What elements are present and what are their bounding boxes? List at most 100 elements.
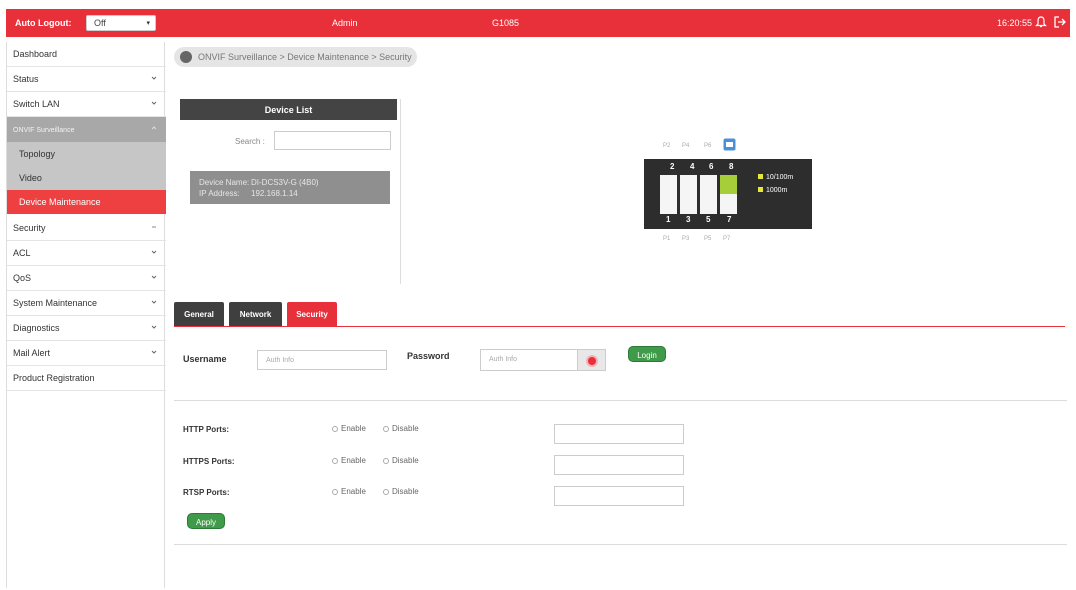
user-name: Admin [332, 18, 358, 28]
port-number: 6 [709, 162, 714, 171]
sidebar-item-status[interactable]: Status [7, 67, 166, 92]
sidebar-item-label: QoS [13, 273, 32, 283]
port-number: 4 [690, 162, 695, 171]
port-number: 8 [729, 162, 734, 171]
switch-port[interactable] [660, 175, 677, 195]
divider [174, 400, 1067, 401]
auto-logout-select[interactable]: Off ▾ [86, 15, 156, 31]
sidebar-item-device-maintenance[interactable]: Device Maintenance [7, 190, 166, 214]
sidebar-item-dashboard[interactable]: Dashboard [7, 42, 166, 67]
port-mark: P3 [682, 236, 690, 242]
sidebar-item-acl[interactable]: ACL [7, 241, 166, 266]
device-card[interactable]: Device Name: DI-DCS3V-G (4B0) IP Address:… [190, 171, 390, 204]
switch-port[interactable] [700, 175, 717, 195]
collapse-icon [152, 226, 156, 228]
port-mark: P1 [663, 236, 671, 242]
switch-port[interactable] [680, 175, 697, 195]
tab-general[interactable]: General [174, 302, 224, 326]
breadcrumb: ONVIF Surveillance > Device Maintenance … [174, 47, 417, 67]
https-disable-radio[interactable]: Disable [383, 456, 419, 465]
rtsp-disable-radio[interactable]: Disable [383, 487, 419, 496]
sidebar-item-label: Video [19, 173, 42, 183]
tab-security[interactable]: Security [287, 302, 337, 326]
auto-logout-label: Auto Logout: [15, 18, 72, 28]
tab-network[interactable]: Network [229, 302, 282, 326]
chevron-down-icon [151, 350, 157, 354]
top-bar: Auto Logout: Off ▾ Admin G1085 16:20:55 [6, 9, 1070, 37]
sidebar-item-mail-alert[interactable]: Mail Alert [7, 341, 166, 366]
switch-panel: 2 4 6 8 1 3 5 7 10/100m 1000m [644, 159, 812, 229]
port-mark: P7 [723, 236, 731, 242]
port-mark: P6 [704, 143, 712, 149]
device-name: DI-DCS3V-G (4B0) [251, 178, 319, 187]
logout-icon[interactable] [1053, 15, 1067, 29]
port-number: 3 [686, 215, 691, 224]
sidebar-item-product-registration[interactable]: Product Registration [7, 366, 166, 391]
switch-port[interactable] [700, 194, 717, 214]
sidebar: Dashboard Status Switch LAN ONVIF Survei… [6, 42, 166, 588]
breadcrumb-text: ONVIF Surveillance > Device Maintenance … [198, 52, 412, 62]
port-number: 2 [670, 162, 675, 171]
ip-address-label: IP Address: [199, 189, 240, 198]
password-field[interactable]: Auth Info [480, 349, 578, 371]
ip-address: 192.168.1.14 [251, 189, 298, 198]
sidebar-item-system-maintenance[interactable]: System Maintenance [7, 291, 166, 316]
sidebar-item-onvif-surveillance[interactable]: ONVIF Surveillance [7, 117, 166, 142]
chevron-down-icon [151, 101, 157, 105]
port-mark: P2 [663, 143, 671, 149]
switch-port[interactable] [680, 194, 697, 214]
clock: 16:20:55 [997, 18, 1033, 28]
chevron-up-icon [151, 126, 157, 130]
password-label: Password [407, 351, 450, 361]
settings-icon [180, 51, 192, 63]
legend-item: 1000m [758, 187, 787, 194]
device-model: G1085 [492, 18, 520, 28]
rtsp-enable-radio[interactable]: Enable [332, 487, 366, 496]
sidebar-item-label: System Maintenance [13, 298, 98, 308]
port-mark: P5 [704, 236, 712, 242]
https-enable-radio[interactable]: Enable [332, 456, 366, 465]
sidebar-item-label: Status [13, 74, 39, 84]
username-label: Username [183, 354, 227, 364]
login-button[interactable]: Login [628, 346, 666, 362]
sidebar-item-label: Switch LAN [13, 99, 60, 109]
sidebar-item-topology[interactable]: Topology [7, 142, 166, 166]
sidebar-item-qos[interactable]: QoS [7, 266, 166, 291]
apply-button[interactable]: Apply [187, 513, 225, 529]
device-search-input[interactable] [274, 131, 391, 150]
sidebar-item-switch-lan[interactable]: Switch LAN [7, 92, 166, 117]
sidebar-item-diagnostics[interactable]: Diagnostics [7, 316, 166, 341]
device-name-label: Device Name: [199, 178, 250, 187]
switch-port[interactable] [720, 194, 737, 214]
sidebar-item-security[interactable]: Security [7, 216, 166, 241]
chevron-down-icon [151, 76, 157, 80]
chevron-down-icon [151, 300, 157, 304]
switch-port-active[interactable] [720, 175, 737, 195]
sidebar-item-label: Diagnostics [13, 323, 60, 333]
username-field[interactable]: Auth Info [257, 350, 387, 370]
device-search-label: Search : [235, 137, 265, 146]
sidebar-item-label: Security [13, 223, 46, 233]
device-list-panel: Device List Search : Device Name: DI-DCS3… [180, 99, 401, 284]
http-disable-radio[interactable]: Disable [383, 424, 419, 433]
chevron-down-icon [151, 275, 157, 279]
http-enable-radio[interactable]: Enable [332, 424, 366, 433]
chevron-down-icon [151, 250, 157, 254]
legend-item: 10/100m [758, 174, 793, 181]
sidebar-item-label: Device Maintenance [19, 197, 101, 207]
http-ports-label: HTTP Ports: [183, 425, 230, 434]
sidebar-item-label: Product Registration [13, 373, 95, 383]
device-list-title: Device List [180, 99, 397, 120]
switch-port[interactable] [660, 194, 677, 214]
https-port-input[interactable] [554, 455, 684, 475]
http-port-input[interactable] [554, 424, 684, 444]
sidebar-item-video[interactable]: Video [7, 166, 166, 190]
show-password-button[interactable] [577, 349, 606, 371]
camera-device-icon[interactable] [723, 138, 736, 151]
port-number: 5 [706, 215, 711, 224]
eye-icon [586, 355, 598, 367]
rtsp-port-input[interactable] [554, 486, 684, 506]
bell-icon[interactable] [1034, 15, 1048, 29]
sidebar-item-label: ACL [13, 248, 31, 258]
divider [174, 544, 1067, 545]
